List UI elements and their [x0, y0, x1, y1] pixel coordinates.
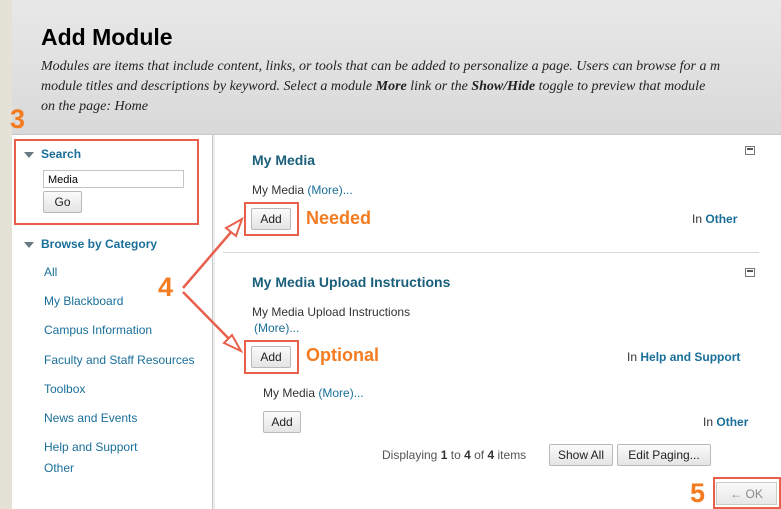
ok-highlight-box: [713, 477, 781, 509]
callout-arrows: [182, 216, 244, 354]
arrow-to-needed: [182, 223, 239, 289]
add-module-page: Add Module Modules are items that includ…: [0, 0, 781, 509]
step-5-label: 5: [690, 478, 706, 508]
